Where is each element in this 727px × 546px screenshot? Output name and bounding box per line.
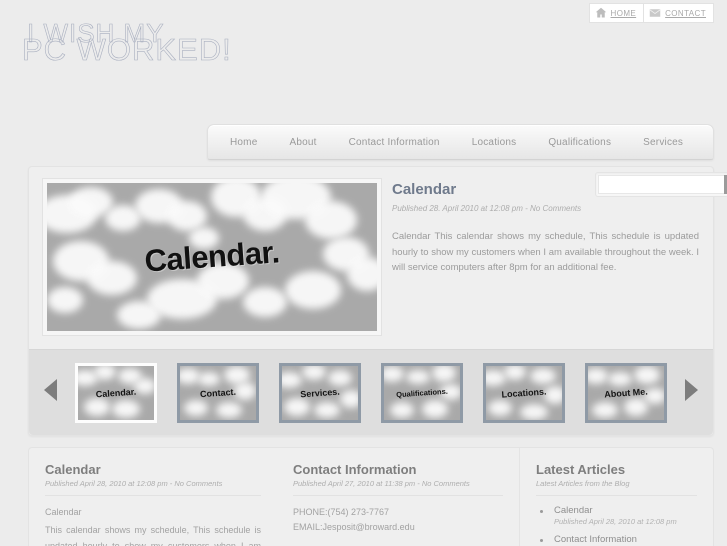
nav-item-qualifications[interactable]: Qualifications	[532, 137, 627, 148]
top-link-contact[interactable]: CONTACT	[644, 3, 714, 23]
latest-articles-meta: Latest Articles from the Blog	[536, 479, 697, 496]
carousel-thumb-calendar[interactable]: Calendar.	[75, 362, 157, 423]
top-link-home[interactable]: HOME	[588, 3, 645, 23]
nav-item-home[interactable]: Home	[208, 137, 273, 148]
latest-articles-title: Latest Articles	[536, 462, 626, 477]
carousel-thumb-label: Services.	[299, 386, 341, 399]
top-link-contact-label: CONTACT	[665, 8, 706, 18]
top-link-home-label: HOME	[610, 8, 637, 18]
arrow-right-icon	[680, 377, 702, 408]
nav-item-about[interactable]: About	[273, 137, 332, 148]
nav-item-contact-information[interactable]: Contact Information	[333, 137, 456, 148]
contact-email: EMAIL:Jesposit@broward.edu	[293, 522, 415, 533]
column-contact-title: Contact Information	[293, 462, 417, 477]
carousel-thumb-qualifications[interactable]: Qualifications.	[381, 362, 463, 423]
feature-image[interactable]: Calendar.	[43, 179, 381, 335]
article-title: Contact Information	[554, 534, 637, 545]
feature-area: Calendar. Calendar Published 28. April 2…	[29, 167, 727, 347]
home-icon	[595, 7, 607, 19]
column-contact: Contact Information Published April 27, …	[277, 448, 519, 546]
bottom-panel: Calendar Published April 28, 2010 at 12:…	[28, 447, 714, 546]
column-calendar-title: Calendar	[45, 462, 101, 477]
nav-item-services[interactable]: Services	[627, 137, 699, 148]
carousel-thumbs: Calendar. Contact. Services. Qualificati…	[73, 362, 669, 423]
carousel-thumb-about-me[interactable]: About Me.	[585, 362, 667, 423]
list-item[interactable]: Calendar Published April 28, 2010 at 12:…	[536, 505, 697, 526]
envelope-icon	[649, 7, 661, 19]
carousel-next-button[interactable]	[669, 377, 713, 408]
latest-articles-list: Calendar Published April 28, 2010 at 12:…	[536, 505, 697, 545]
column-calendar: Calendar Published April 28, 2010 at 12:…	[29, 448, 277, 546]
logo-line-2: PC WORKED!	[22, 32, 232, 68]
article-date: Published April 28, 2010 at 12:08 pm	[554, 517, 677, 526]
arrow-left-icon	[40, 377, 62, 408]
feature-body: Calendar This calendar shows my schedule…	[392, 231, 699, 274]
page-root: HOME CONTACT I WISH MY PC WORKED! Home A…	[0, 0, 727, 546]
carousel-thumb-locations[interactable]: Locations.	[483, 362, 565, 423]
thumbnail-carousel: Calendar. Contact. Services. Qualificati…	[29, 349, 713, 435]
carousel-thumb-services[interactable]: Services.	[279, 362, 361, 423]
feature-meta: Published 28. April 2010 at 12:08 pm - N…	[392, 204, 582, 213]
carousel-prev-button[interactable]	[29, 377, 73, 408]
feature-panel: Calendar. Calendar Published 28. April 2…	[28, 166, 727, 436]
column-contact-meta: Published April 27, 2010 at 11:38 pm - N…	[293, 479, 503, 496]
column-latest-articles: Latest Articles Latest Articles from the…	[519, 448, 713, 546]
site-logo[interactable]: I WISH MY PC WORKED!	[22, 18, 322, 78]
feature-title: Calendar	[392, 181, 457, 198]
top-utility-bar: HOME CONTACT	[588, 3, 714, 23]
carousel-thumb-label: Contact.	[199, 386, 237, 399]
nav-item-locations[interactable]: Locations	[456, 137, 533, 148]
main-navigation: Home About Contact Information Locations…	[207, 124, 714, 160]
carousel-thumb-label: Calendar.	[95, 386, 137, 399]
column-calendar-meta: Published April 28, 2010 at 12:08 pm - N…	[45, 479, 261, 496]
column-calendar-lead: Calendar	[45, 507, 82, 517]
contact-phone: PHONE:(754) 273-7767	[293, 507, 390, 517]
article-title: Calendar	[554, 505, 593, 516]
feature-text: Calendar Published 28. April 2010 at 12:…	[392, 181, 699, 276]
list-item[interactable]: Contact Information	[536, 534, 697, 545]
carousel-thumb-contact[interactable]: Contact.	[177, 362, 259, 423]
column-calendar-body: This calendar shows my schedule, This sc…	[45, 524, 261, 546]
